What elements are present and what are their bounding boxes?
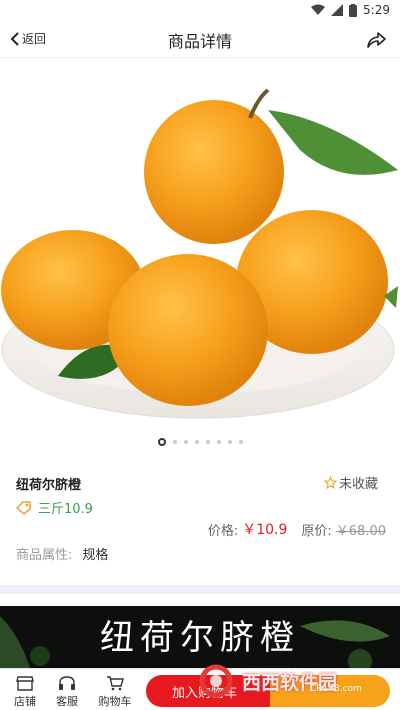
gallery-dot[interactable] — [238, 440, 243, 444]
price-row: 价格: ￥10.9 原价: ￥68.00 — [208, 519, 386, 539]
gallery-dot[interactable] — [227, 440, 232, 444]
attribute-key: 商品属性: — [16, 548, 73, 563]
cart-tab[interactable]: 购物车 — [94, 675, 136, 709]
headset-icon — [59, 676, 75, 690]
product-attributes[interactable]: 商品属性: 规格 — [16, 544, 108, 563]
section-divider — [0, 585, 400, 594]
favorite-button[interactable]: 未收藏 — [323, 473, 378, 492]
original-price-label: 原价: — [301, 523, 332, 539]
attribute-value: 规格 — [82, 548, 109, 563]
shop-tab[interactable]: 店铺 — [8, 675, 42, 709]
wifi-icon — [311, 4, 326, 15]
share-button[interactable] — [366, 30, 386, 52]
service-label: 客服 — [56, 695, 78, 708]
banner-title: 纽荷尔脐橙 — [100, 618, 300, 658]
spec-tag: 三斤10.9 — [16, 498, 93, 517]
site-watermark: 西西软件园 CR173.com — [198, 662, 384, 700]
cart-icon — [107, 676, 124, 691]
gallery-dot[interactable] — [172, 440, 177, 444]
battery-icon — [349, 3, 358, 17]
cart-label: 购物车 — [98, 695, 132, 708]
nav-header: 返回 商品详情 — [0, 22, 400, 58]
shop-icon — [16, 676, 34, 691]
product-image[interactable] — [0, 58, 400, 432]
detail-banner: 纽荷尔脐橙 — [0, 606, 400, 668]
share-icon — [367, 32, 386, 48]
status-icons: 5:29 — [311, 3, 390, 17]
favorite-label: 未收藏 — [338, 477, 378, 492]
page-title: 商品详情 — [167, 32, 232, 51]
signal-icon — [331, 4, 344, 16]
gallery-dot[interactable] — [183, 440, 188, 444]
gallery-dot[interactable] — [157, 438, 166, 446]
oranges-illustration — [1, 88, 398, 419]
shop-label: 店铺 — [14, 695, 36, 708]
gallery-dot[interactable] — [205, 440, 210, 444]
current-price: ￥10.9 — [242, 522, 288, 538]
gallery-dot[interactable] — [194, 440, 199, 444]
status-time: 5:29 — [363, 3, 390, 17]
original-price: ￥68.00 — [335, 523, 386, 539]
watermark-subtext: CR173.com — [310, 684, 362, 694]
gallery-pagination[interactable] — [0, 438, 400, 446]
spec-tag-label: 三斤10.9 — [38, 502, 93, 517]
tag-icon — [16, 500, 31, 515]
gallery-dot[interactable] — [216, 440, 221, 444]
star-icon — [323, 476, 337, 489]
service-tab[interactable]: 客服 — [50, 675, 84, 709]
status-bar: 5:29 — [0, 0, 400, 22]
watermark-logo-icon — [199, 664, 233, 698]
product-name: 纽荷尔脐橙 — [16, 478, 82, 493]
price-label: 价格: — [207, 523, 239, 539]
